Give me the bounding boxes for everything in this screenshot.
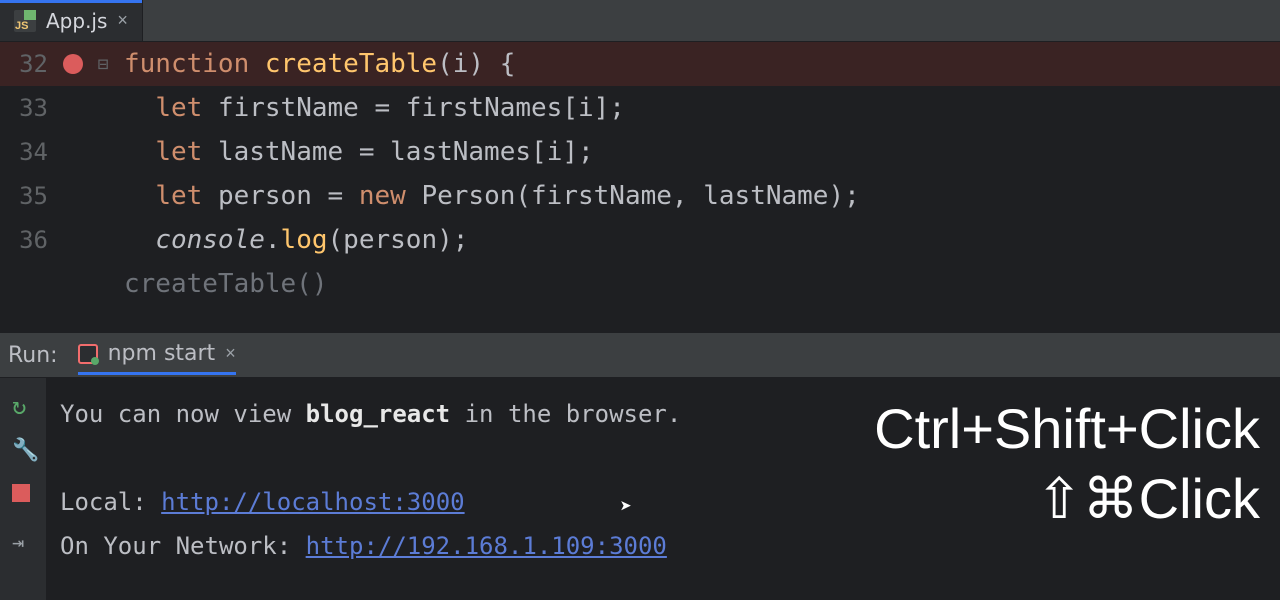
code-line[interactable]: 36 console.log(person);	[0, 218, 1280, 262]
code-content: let firstName = firstNames[i];	[118, 93, 625, 123]
line-number: 34	[0, 138, 58, 166]
close-icon[interactable]: ×	[117, 10, 128, 31]
code-content: console.log(person);	[118, 225, 468, 255]
run-config-name: npm start	[108, 341, 216, 366]
parameter-hint: createTable()	[0, 262, 1280, 306]
npm-icon	[78, 344, 98, 364]
tab-filename: App.js	[46, 9, 107, 33]
run-tool-header: Run: npm start ×	[0, 332, 1280, 378]
stop-icon[interactable]	[12, 484, 34, 506]
js-file-icon	[14, 10, 36, 32]
file-tab-app-js[interactable]: App.js ×	[0, 0, 143, 41]
code-content: function createTable(i) {	[118, 49, 515, 79]
run-tool-window: ↻ 🔧 ⇥ You can now view blog_react in the…	[0, 378, 1280, 600]
line-number: 33	[0, 94, 58, 122]
shortcut-mac: ⇧⌘Click	[874, 468, 1260, 530]
network-url-link[interactable]: http://192.168.1.109:3000	[306, 532, 667, 560]
line-number: 35	[0, 182, 58, 210]
breakpoint-gutter[interactable]	[58, 54, 88, 74]
console-line: On Your Network: http://192.168.1.109:30…	[60, 524, 1270, 568]
close-icon[interactable]: ×	[225, 343, 236, 364]
console-output[interactable]: You can now view blog_react in the brows…	[46, 378, 1280, 600]
editor-tab-bar: App.js ×	[0, 0, 1280, 42]
run-config-tab[interactable]: npm start ×	[78, 335, 236, 375]
local-url-link[interactable]: http://localhost:3000	[161, 488, 464, 516]
fold-icon[interactable]: ⊟	[88, 54, 118, 75]
wrench-icon[interactable]: 🔧	[12, 438, 34, 460]
code-line[interactable]: 32 ⊟ function createTable(i) {	[0, 42, 1280, 86]
download-icon[interactable]: ⇥	[12, 530, 34, 552]
run-label: Run:	[8, 343, 58, 368]
code-line[interactable]: 35 let person = new Person(firstName, la…	[0, 174, 1280, 218]
breakpoint-icon[interactable]	[63, 54, 83, 74]
code-line[interactable]: 33 let firstName = firstNames[i];	[0, 86, 1280, 130]
code-line[interactable]: 34 let lastName = lastNames[i];	[0, 130, 1280, 174]
code-editor[interactable]: 32 ⊟ function createTable(i) { 33 let fi…	[0, 42, 1280, 332]
line-number: 32	[0, 50, 58, 78]
rerun-icon[interactable]: ↻	[12, 392, 34, 414]
shortcut-windows: Ctrl+Shift+Click	[874, 398, 1260, 460]
code-content: let person = new Person(firstName, lastN…	[118, 181, 860, 211]
shortcut-overlay: Ctrl+Shift+Click ⇧⌘Click	[874, 398, 1260, 529]
code-content: let lastName = lastNames[i];	[118, 137, 594, 167]
line-number: 36	[0, 226, 58, 254]
run-sidebar: ↻ 🔧 ⇥	[0, 378, 46, 600]
